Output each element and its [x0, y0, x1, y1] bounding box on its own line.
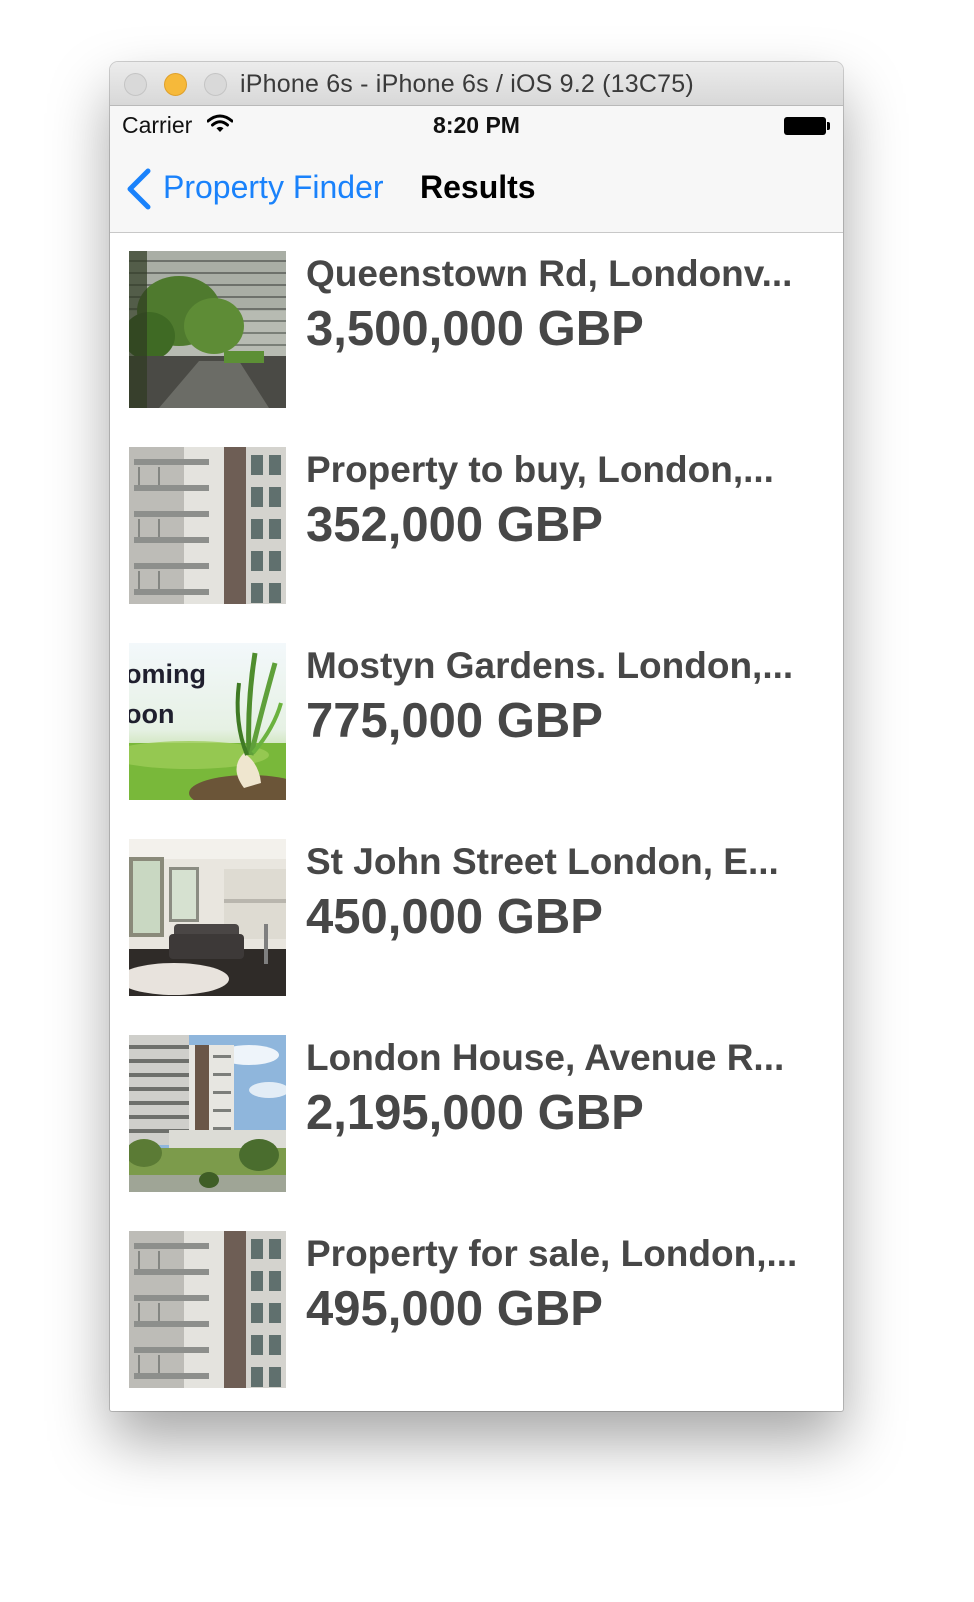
- window-titlebar[interactable]: iPhone 6s - iPhone 6s / iOS 9.2 (13C75): [110, 62, 843, 106]
- living-room-photo: [129, 839, 286, 996]
- navigation-bar: Property Finder Results: [110, 146, 843, 233]
- list-item[interactable]: oming oon Mostyn Gardens. London,... 775…: [110, 625, 843, 821]
- listing-price: 450,000 GBP: [306, 890, 603, 944]
- list-item[interactable]: Queenstown Rd, Londonv... 3,500,000 GBP: [110, 233, 843, 429]
- listing-title: Mostyn Gardens. London,...: [306, 645, 794, 686]
- listing-price: 775,000 GBP: [306, 694, 603, 748]
- list-item[interactable]: Property for sale, London,... 495,000 GB…: [110, 1213, 843, 1409]
- tower-block-garden-photo: [129, 1035, 286, 1192]
- zoom-window-button[interactable]: [204, 73, 227, 96]
- nav-title: Results: [420, 169, 536, 205]
- listing-price: 2,195,000 GBP: [306, 1086, 644, 1140]
- status-bar: Carrier 8:20 PM: [110, 106, 843, 146]
- apartment-courtyard-photo: [129, 251, 286, 408]
- listing-price: 352,000 GBP: [306, 498, 603, 552]
- listing-title: Queenstown Rd, Londonv...: [306, 253, 793, 294]
- back-button[interactable]: Property Finder: [163, 169, 384, 206]
- battery-icon: [784, 117, 826, 135]
- list-item[interactable]: St John Street London, E... 450,000 GBP: [110, 821, 843, 1017]
- back-chevron-icon[interactable]: [124, 168, 152, 210]
- coming-soon-bulb-image: oming oon: [129, 643, 286, 800]
- battery-tip: [827, 122, 830, 130]
- listing-title: London House, Avenue R...: [306, 1037, 785, 1078]
- balcony-building-photo: [129, 447, 286, 604]
- listing-title: Property to buy, London,...: [306, 449, 774, 490]
- listing-price: 3,500,000 GBP: [306, 302, 644, 356]
- image-text-line-2: oon: [129, 699, 174, 729]
- status-time: 8:20 PM: [433, 112, 520, 138]
- listing-title: St John Street London, E...: [306, 841, 779, 882]
- minimize-window-button[interactable]: [164, 73, 187, 96]
- list-item[interactable]: Property to buy, London,... 352,000 GBP: [110, 429, 843, 625]
- listing-price: 495,000 GBP: [306, 1282, 603, 1336]
- window-title: iPhone 6s - iPhone 6s / iOS 9.2 (13C75): [240, 70, 694, 98]
- simulator-window: iPhone 6s - iPhone 6s / iOS 9.2 (13C75) …: [110, 62, 843, 1411]
- listing-title: Property for sale, London,...: [306, 1233, 798, 1274]
- results-list[interactable]: Queenstown Rd, Londonv... 3,500,000 GBP: [110, 233, 843, 1409]
- list-item[interactable]: London House, Avenue R... 2,195,000 GBP: [110, 1017, 843, 1213]
- image-text-line-1: oming: [129, 659, 206, 689]
- balcony-building-photo: [129, 1231, 286, 1388]
- close-window-button[interactable]: [124, 73, 147, 96]
